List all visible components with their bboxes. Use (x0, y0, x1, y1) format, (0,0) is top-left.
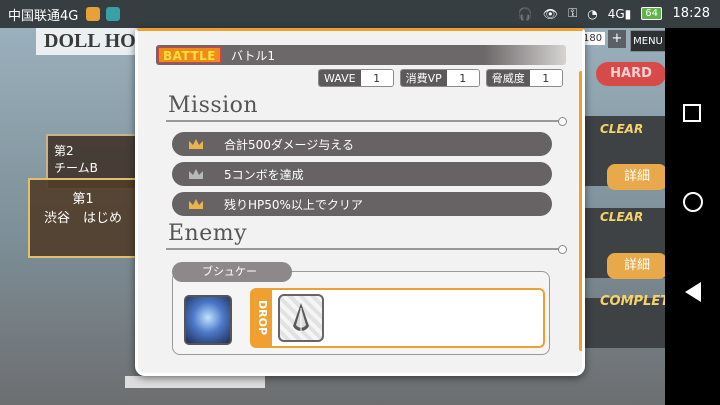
stat-value: 1 (529, 70, 562, 86)
crown-icon (188, 198, 204, 210)
stat-label: 消費VP (400, 70, 447, 86)
clock: 18:28 (672, 6, 710, 21)
battle-tag: BATTLE (158, 47, 221, 63)
stat-wave: WAVE 1 (318, 69, 394, 87)
back-icon[interactable] (685, 282, 701, 302)
bg-menu-button[interactable]: MENU (630, 30, 666, 52)
bg-title: DOLL HO (36, 28, 144, 55)
battle-stats: WAVE 1 消費VP 1 脅威度 1 (318, 69, 563, 87)
headphones-icon: 🎧 (517, 6, 533, 21)
enemy-portrait[interactable] (184, 295, 232, 345)
notification-app-icon (86, 7, 101, 21)
home-icon[interactable] (683, 192, 703, 212)
bg-detail-button[interactable]: 詳細 (607, 164, 667, 190)
mission-divider (166, 117, 567, 126)
mission-text: 合計500ダメージ与える (224, 137, 354, 152)
enemy-name: ブシュケー (172, 262, 292, 282)
battle-header: BATTLE バトル1 (156, 45, 566, 65)
recent-apps-icon[interactable] (683, 104, 701, 122)
drop-gem-icon (293, 303, 309, 332)
network-label: 4G (607, 6, 625, 21)
bg-clear-label: CLEAR (600, 122, 644, 136)
bg-plus-button[interactable]: + (608, 30, 626, 48)
mission-text: 5コンボを達成 (224, 167, 304, 182)
enemy-divider (166, 245, 567, 254)
bg-hard-button[interactable]: HARD (596, 62, 666, 86)
battle-name: バトル1 (231, 48, 275, 63)
bg-chapter-card-selected: 第1 渋谷 はじめ (28, 178, 138, 258)
battle-info-dialog[interactable]: BATTLE バトル1 WAVE 1 消費VP 1 脅威度 1 Mission … (135, 28, 585, 376)
android-nav-bar (665, 28, 720, 405)
dialog-scrollbar[interactable] (579, 71, 582, 351)
stat-threat: 脅威度 1 (485, 69, 563, 87)
dialog-shadow-tab (125, 376, 265, 388)
status-bar: 中国联通4G 🎧 👁 ⚿ ◔ 4G▮ 64 18:28 (0, 0, 720, 28)
bg-card-line: 渋谷 はじめ (43, 211, 122, 226)
stat-label: WAVE (319, 70, 361, 86)
battery-icon: 64 (641, 7, 662, 20)
bg-detail-button[interactable]: 詳細 (607, 253, 667, 279)
mission-item: 5コンボを達成 (172, 162, 552, 186)
drop-panel: DROP (250, 288, 545, 348)
stat-vp: 消費VP 1 (399, 69, 480, 87)
stat-label: 脅威度 (486, 70, 530, 86)
crown-icon (188, 168, 204, 180)
mission-text: 残りHP50%以上でクリア (224, 197, 363, 212)
mission-item: 合計500ダメージ与える (172, 132, 552, 156)
key-icon: ⚿ (568, 6, 578, 20)
eye-icon: 👁 (542, 6, 559, 21)
signal-icon: 4G▮ (607, 6, 632, 21)
status-icons: 🎧 👁 ⚿ ◔ 4G▮ 64 (518, 6, 662, 21)
drop-label: DROP (252, 290, 272, 346)
enemy-heading: Enemy (168, 221, 248, 246)
bg-clear-label: CLEAR (600, 210, 644, 224)
bg-card-line: 第1 (72, 192, 94, 207)
notification-app-icon (106, 7, 121, 21)
mission-item: 残りHP50%以上でクリア (172, 192, 552, 216)
crown-icon (188, 138, 204, 150)
stat-value: 1 (446, 70, 479, 86)
wifi-icon: ◔ (587, 6, 598, 21)
stat-value: 1 (360, 70, 393, 86)
drop-item[interactable] (278, 294, 324, 342)
carrier-label: 中国联通4G (8, 8, 79, 24)
mission-heading: Mission (168, 93, 259, 118)
